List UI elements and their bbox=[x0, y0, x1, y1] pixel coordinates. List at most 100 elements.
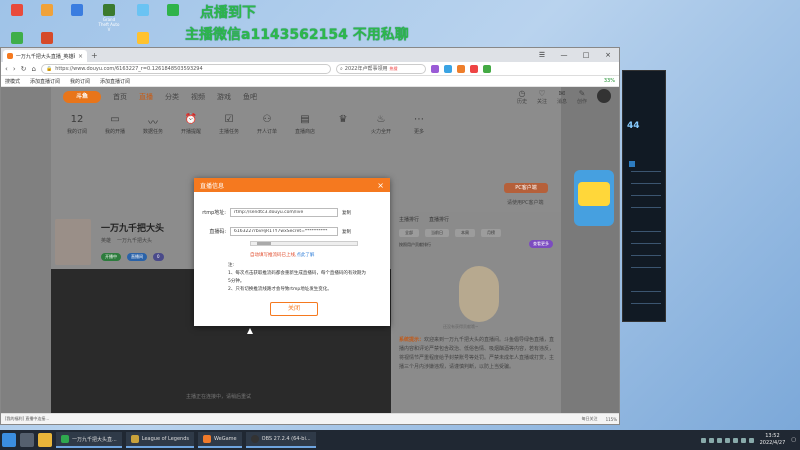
browser-tab[interactable]: 一万九千把大头直播_英雄联盟直播 × bbox=[3, 50, 87, 62]
taskbar-item-obs[interactable]: OBS 27.2.4 (64-bi... bbox=[245, 432, 316, 448]
create-button[interactable]: ✎ 创作 bbox=[577, 89, 587, 105]
learn-more-link[interactable]: 点此了解 bbox=[296, 253, 314, 258]
nav-category[interactable]: 分类 bbox=[165, 92, 179, 102]
search-input[interactable]: ⌕ 2022年卢帮事领用 热搜 bbox=[335, 63, 426, 74]
clock[interactable]: 13:52 2022/4/27 bbox=[760, 433, 786, 447]
copy-rtmp-button[interactable]: 复制 bbox=[342, 210, 351, 216]
tab-live-rank[interactable]: 直播排行 bbox=[429, 216, 449, 223]
feature-item[interactable]: ▭ 我的开播 bbox=[99, 114, 131, 135]
rank-filter[interactable]: 本周 bbox=[455, 229, 475, 237]
rank-filter[interactable]: 月榜 bbox=[481, 229, 501, 237]
address-bar: ‹ › ↻ ⌂ 🔒 https://www.douyu.com/6163227_… bbox=[1, 62, 619, 76]
feature-item[interactable]: ▤ 直播商店 bbox=[289, 114, 321, 135]
status-zoom[interactable]: 115% bbox=[606, 417, 617, 422]
message-icon: ✉ bbox=[558, 89, 566, 98]
status-left[interactable]: [我的福利] 直播中连接... bbox=[5, 416, 49, 422]
douyu-logo[interactable]: 斗鱼 bbox=[63, 91, 101, 103]
tab-bar: 一万九千把大头直播_英雄联盟直播 × + ☰ — □ × bbox=[1, 48, 619, 62]
lock-icon: 🔒 bbox=[45, 65, 53, 72]
bookmark-item[interactable]: 添加直播订阅 bbox=[100, 78, 130, 85]
rank-filter[interactable]: 当前日 bbox=[425, 229, 449, 237]
close-window-icon[interactable]: × bbox=[597, 48, 619, 62]
feature-item[interactable]: ⚇ 开人订单 bbox=[251, 114, 283, 135]
desktop-icon[interactable] bbox=[162, 4, 184, 17]
taskbar-item-browser[interactable]: 一万九千把大头直... bbox=[56, 432, 122, 448]
desktop-icon[interactable] bbox=[6, 4, 28, 17]
desktop-icon[interactable] bbox=[6, 32, 28, 45]
extension-icon[interactable] bbox=[456, 64, 465, 73]
extension-icon[interactable] bbox=[469, 64, 478, 73]
nav-video[interactable]: 视频 bbox=[191, 92, 205, 102]
url-input[interactable]: 🔒 https://www.douyu.com/6163227_r=0.1261… bbox=[40, 63, 331, 74]
new-tab-button[interactable]: + bbox=[91, 50, 98, 62]
feature-item[interactable]: ⋯ 更多 bbox=[403, 114, 435, 135]
nav-home[interactable]: 首页 bbox=[113, 92, 127, 102]
nav-games[interactable]: 游戏 bbox=[217, 92, 231, 102]
status-daily[interactable]: 每日关注 bbox=[582, 416, 598, 422]
pc-client-text: 请使用PC客户端 bbox=[507, 200, 544, 206]
history-button[interactable]: ◷ 历史 bbox=[517, 89, 527, 105]
tab-streamer-rank[interactable]: 主播排行 bbox=[399, 216, 419, 223]
search-text: 2022年卢帮事领用 bbox=[344, 66, 388, 72]
rtmp-label: rtmp地址: bbox=[202, 210, 226, 216]
lol-icon bbox=[130, 435, 139, 443]
menu-icon[interactable]: ☰ bbox=[531, 48, 553, 62]
auto-fill-note: 自动填写推流码已上线,点此了解 bbox=[250, 253, 315, 258]
close-icon[interactable]: × bbox=[377, 181, 384, 190]
tray-icons[interactable] bbox=[700, 437, 754, 443]
feature-item[interactable]: ♛ bbox=[327, 114, 359, 135]
taskbar-item-wegame[interactable]: WeGame bbox=[198, 432, 242, 448]
notification-icon[interactable]: ▢ bbox=[791, 437, 796, 443]
extension-icon[interactable] bbox=[430, 64, 439, 73]
home-icon[interactable]: ⌂ bbox=[32, 65, 36, 73]
room-badge[interactable]: 直播间 bbox=[127, 253, 147, 261]
streamer-avatar[interactable] bbox=[55, 219, 91, 265]
minimize-icon[interactable]: — bbox=[553, 48, 575, 62]
pc-client-button[interactable]: PC客户端 bbox=[504, 183, 548, 193]
extension-icon[interactable] bbox=[443, 64, 452, 73]
reload-icon[interactable]: ↻ bbox=[21, 65, 27, 73]
desktop-icon[interactable] bbox=[36, 4, 58, 17]
close-tab-icon[interactable]: × bbox=[78, 53, 83, 60]
taskbar-item-lol[interactable]: League of Legends bbox=[125, 432, 195, 448]
speed-indicator: 33% bbox=[603, 78, 615, 84]
copy-key-button[interactable]: 复制 bbox=[342, 229, 351, 235]
stream-key-input[interactable] bbox=[230, 227, 338, 236]
bookmark-item[interactable]: 搜模式 bbox=[5, 78, 20, 85]
desktop-icon[interactable]: Grand Theft Auto V bbox=[98, 4, 120, 32]
desktop-icon[interactable] bbox=[132, 32, 154, 45]
bookmark-item[interactable]: 添加直播订阅 bbox=[30, 78, 60, 85]
back-icon[interactable]: ‹ bbox=[5, 65, 8, 73]
extension-icon[interactable] bbox=[482, 64, 491, 73]
follow-button[interactable]: ♡ 关注 bbox=[537, 89, 547, 105]
nav-fishbar[interactable]: 鱼吧 bbox=[243, 92, 257, 102]
folder-icon[interactable] bbox=[38, 433, 52, 447]
message-button[interactable]: ✉ 消息 bbox=[557, 89, 567, 105]
rank-more-button[interactable]: 查看更多 bbox=[529, 240, 553, 248]
feature-item[interactable]: 12 我的订阅 bbox=[61, 114, 93, 135]
start-icon[interactable] bbox=[2, 433, 16, 447]
desktop-icon[interactable] bbox=[66, 4, 88, 17]
feature-item[interactable]: ♨ 火力全开 bbox=[365, 114, 397, 135]
taskview-icon[interactable] bbox=[20, 433, 34, 447]
rtmp-input[interactable] bbox=[230, 208, 338, 217]
desktop-icon[interactable] bbox=[132, 4, 154, 17]
create-icon: ✎ bbox=[578, 89, 586, 98]
feature-item[interactable]: 〰数据任务 bbox=[137, 114, 169, 135]
mascot-image bbox=[459, 266, 499, 322]
right-panel: 主播排行 直播排行 全部 当前日 本周 月榜 按照用户贡献排行 查看更多 还没有… bbox=[393, 212, 561, 414]
key-scrollbar[interactable] bbox=[250, 241, 358, 246]
close-button[interactable]: 关闭 bbox=[270, 302, 318, 316]
nav-live[interactable]: 直播 bbox=[139, 92, 153, 102]
feature-item[interactable]: ⏰ 开播提醒 bbox=[175, 114, 207, 135]
avatar[interactable] bbox=[597, 89, 611, 103]
forward-icon[interactable]: › bbox=[13, 65, 16, 73]
obs-line bbox=[631, 195, 661, 196]
rank-filter[interactable]: 全部 bbox=[399, 229, 419, 237]
feature-item[interactable]: ☑ 主播任务 bbox=[213, 114, 245, 135]
notes: 注: 1、每次点击获取推流码都会重新生成直播码，每个直播码的有效期为5分钟。 2… bbox=[228, 263, 366, 292]
heart-icon: ♡ bbox=[538, 89, 546, 98]
maximize-icon[interactable]: □ bbox=[575, 48, 597, 62]
desktop-icon[interactable] bbox=[36, 32, 58, 45]
bookmark-item[interactable]: 我的订阅 bbox=[70, 78, 90, 85]
